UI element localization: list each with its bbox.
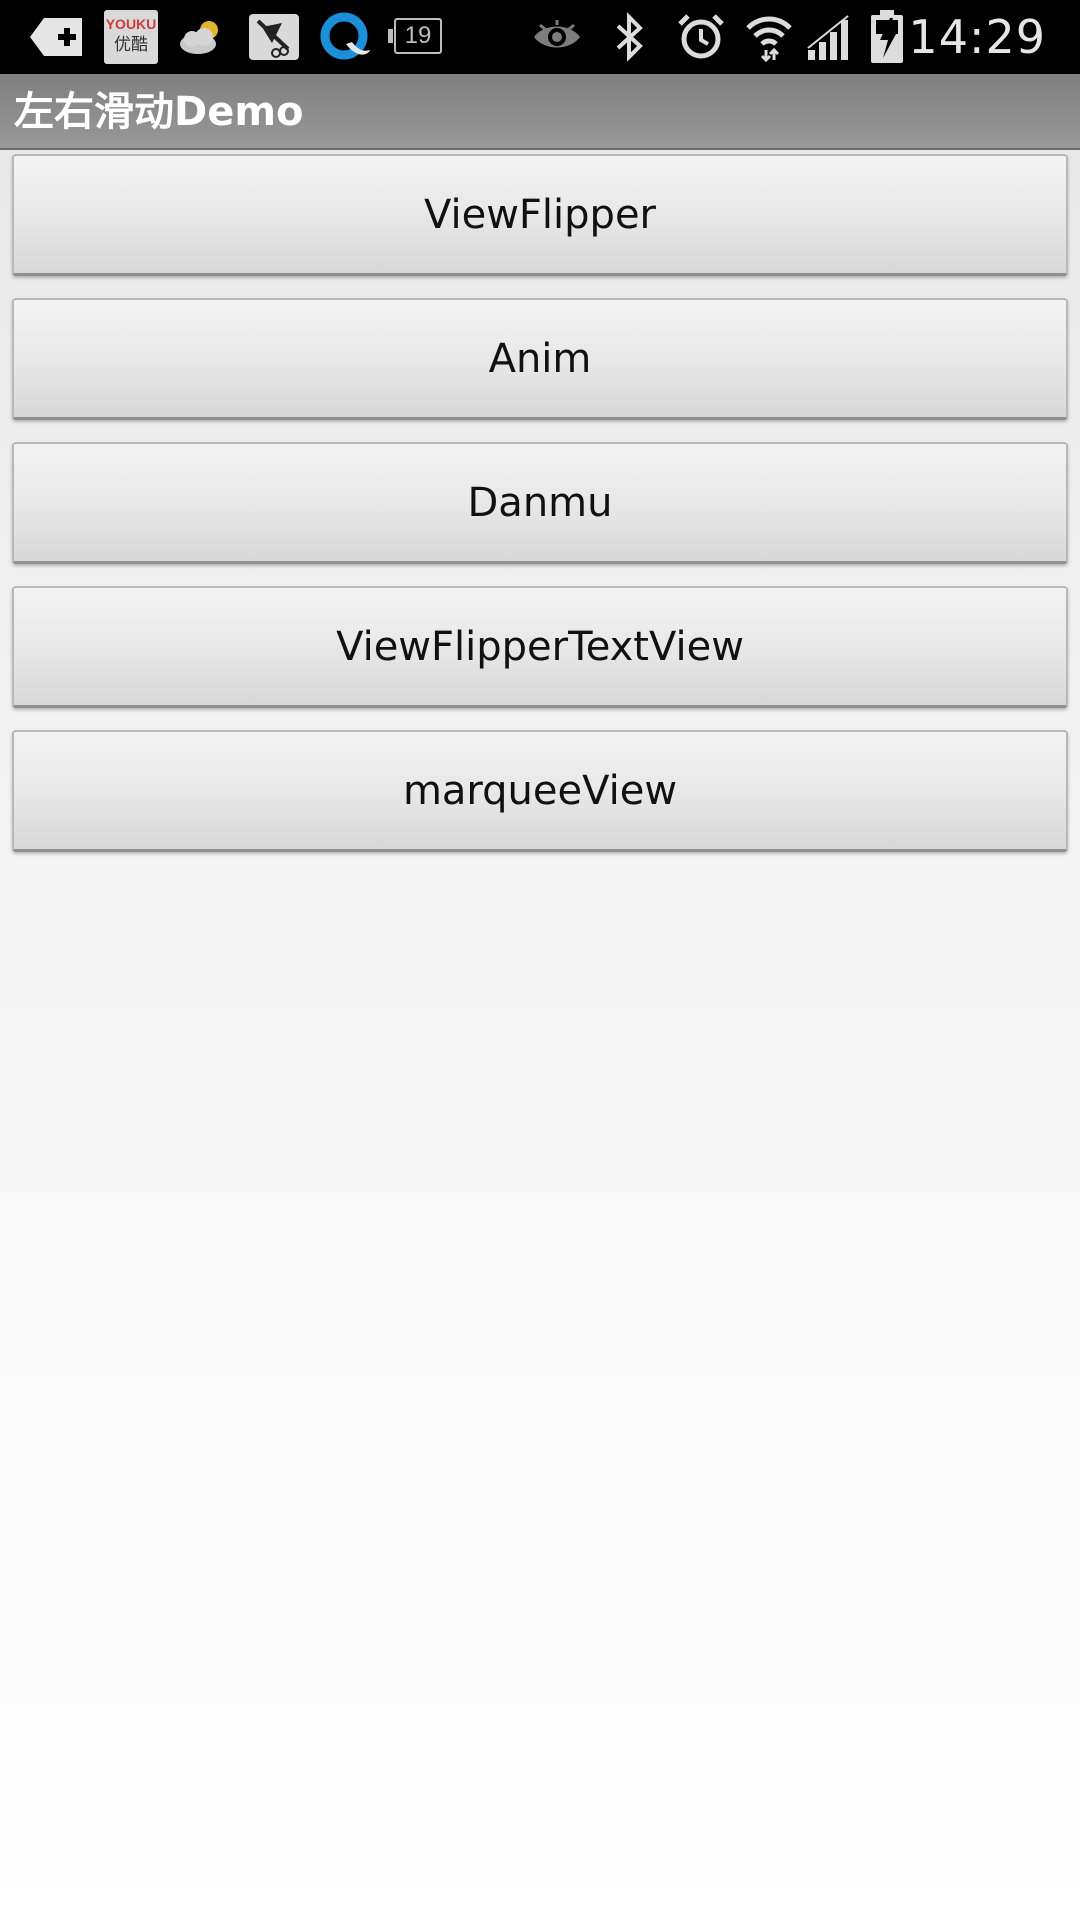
scissors-app-icon: [248, 12, 300, 62]
weather-cloud-icon: [176, 12, 226, 62]
youku-label-top: YOUKU: [105, 16, 157, 32]
danmu-button[interactable]: Danmu: [12, 442, 1068, 564]
app-title: 左右滑动Demo: [14, 89, 304, 135]
add-icon: [28, 12, 86, 62]
anim-button[interactable]: Anim: [12, 298, 1068, 420]
action-bar: 左右滑动Demo: [0, 74, 1080, 150]
qq-browser-icon: [320, 12, 372, 62]
viewflipper-textview-button[interactable]: ViewFlipperTextView: [12, 586, 1068, 708]
youku-icon: YOUKU 优酷: [104, 10, 158, 64]
status-time: 14:29: [908, 10, 1046, 64]
wifi-icon: [744, 12, 794, 62]
eye-icon: [532, 12, 582, 62]
alarm-icon: [676, 12, 726, 62]
battery-19-icon: 19: [388, 18, 442, 54]
battery-charging-icon: [868, 10, 908, 63]
status-bar: YOUKU 优酷 19 14:29: [0, 0, 1080, 74]
signal-icon: [806, 12, 856, 62]
youku-label-bottom: 优酷: [114, 35, 148, 55]
bluetooth-icon: [612, 12, 646, 62]
marqueeview-button[interactable]: marqueeView: [12, 730, 1068, 852]
viewflipper-button[interactable]: ViewFlipper: [12, 154, 1068, 276]
